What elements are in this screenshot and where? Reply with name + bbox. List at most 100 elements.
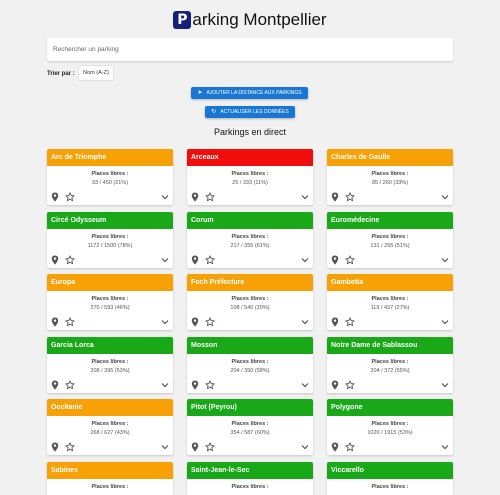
free-places-label: Places libres : — [91, 358, 129, 365]
free-places-label: Places libres : — [371, 358, 409, 365]
free-places-label: Places libres : — [91, 171, 129, 177]
parking-card: Garcia Lorca Places libres : 208 / 395 (53… — [47, 336, 173, 393]
free-places-value: 204 / 372 (55%) — [370, 367, 410, 374]
card-actions — [331, 254, 449, 265]
free-places-value: 217 / 355 (61%) — [230, 242, 270, 249]
map-pin-icon[interactable] — [51, 442, 59, 452]
free-places-value: 25 / 333 (11%) — [232, 180, 268, 186]
chevron-down-icon[interactable] — [441, 318, 449, 326]
parking-name: Euromédecine — [327, 211, 453, 229]
favorite-star-icon[interactable] — [65, 442, 75, 452]
free-places-value: 119 / 437 (27%) — [370, 305, 410, 311]
map-pin-icon[interactable] — [331, 192, 339, 202]
favorite-star-icon[interactable] — [205, 317, 215, 327]
free-places-value: 93 / 450 (21%) — [91, 180, 129, 186]
free-places-label: Places libres : — [91, 233, 129, 240]
map-pin-icon[interactable] — [191, 255, 199, 265]
chevron-down-icon[interactable] — [301, 443, 309, 451]
card-actions — [331, 379, 449, 390]
favorite-star-icon[interactable] — [205, 379, 215, 390]
parking-name: Circé Odysseum — [47, 211, 173, 229]
free-places-label: Places libres : — [231, 171, 269, 177]
chevron-down-icon[interactable] — [301, 193, 309, 201]
map-pin-icon[interactable] — [191, 380, 199, 390]
parking-card: Gambetta Places libres : 119 / 437 (27%) — [327, 274, 453, 330]
favorite-star-icon[interactable] — [205, 192, 215, 202]
parking-card: Polygone Places libres : 1020 / 1915 (53%) — [327, 399, 453, 455]
card-actions — [51, 192, 169, 202]
chevron-down-icon[interactable] — [161, 256, 169, 264]
map-pin-icon[interactable] — [191, 192, 199, 202]
chevron-down-icon[interactable] — [301, 318, 309, 326]
chevron-down-icon[interactable] — [161, 381, 169, 389]
favorite-star-icon[interactable] — [65, 379, 75, 390]
free-places-value: 131 / 255 (51%) — [370, 242, 410, 249]
parking-card: Arceaux Places libres : 25 / 333 (11%) — [187, 149, 313, 205]
card-actions — [191, 192, 309, 202]
chevron-down-icon[interactable] — [441, 256, 449, 264]
chevron-down-icon[interactable] — [301, 256, 309, 264]
free-places-label: Places libres : — [231, 358, 269, 365]
card-actions — [331, 192, 449, 202]
chevron-down-icon[interactable] — [161, 443, 169, 451]
parking-name: Saint-Jean-le-Sec — [187, 461, 313, 479]
map-pin-icon[interactable] — [331, 380, 339, 390]
parking-name: Pitot (Peyrou) — [187, 399, 313, 416]
free-places-label: Places libres : — [371, 171, 409, 177]
free-places-value: 204 / 350 (58%) — [230, 367, 270, 374]
map-pin-icon[interactable] — [51, 317, 59, 327]
free-places-label: Places libres : — [231, 421, 269, 427]
free-places-label: Places libres : — [371, 421, 409, 427]
parking-name: Foch Préfecture — [187, 274, 313, 291]
refresh-data-button[interactable]: ↻ Actualiser les données — [205, 106, 295, 118]
card-actions — [191, 379, 309, 390]
favorite-star-icon[interactable] — [345, 192, 355, 202]
free-places-label: Places libres : — [371, 483, 409, 490]
parking-name: Polygone — [327, 399, 453, 416]
free-places-value: 270 / 593 (46%) — [90, 305, 130, 311]
section-title: Parkings en direct — [213, 127, 287, 137]
map-pin-icon[interactable] — [331, 317, 339, 327]
map-pin-icon[interactable] — [331, 442, 339, 452]
favorite-star-icon[interactable] — [345, 442, 355, 452]
favorite-star-icon[interactable] — [65, 254, 75, 265]
chevron-down-icon[interactable] — [441, 443, 449, 451]
chevron-down-icon[interactable] — [161, 318, 169, 326]
parking-card: Circé Odysseum Places libres : 1172 / 1500… — [47, 211, 173, 268]
chevron-down-icon[interactable] — [441, 381, 449, 389]
free-places-value: 268 / 627 (43%) — [90, 430, 130, 436]
favorite-star-icon[interactable] — [345, 379, 355, 390]
favorite-star-icon[interactable] — [345, 254, 355, 265]
chevron-down-icon[interactable] — [301, 381, 309, 389]
free-places-label: Places libres : — [91, 296, 129, 302]
parking-name: Notre Dame de Sablassou — [327, 336, 453, 354]
add-distance-button[interactable]: ➤ Ajouter la distance aux parkings — [191, 87, 308, 99]
favorite-star-icon[interactable] — [205, 442, 215, 452]
parking-name: Gambetta — [327, 274, 453, 291]
parking-card: Arc de Triomphe Places libres : 93 / 450 (… — [47, 149, 173, 205]
free-places-value: 85 / 260 (33%) — [371, 180, 409, 186]
map-pin-icon[interactable] — [191, 442, 199, 452]
free-places-label: Places libres : — [231, 483, 269, 490]
chevron-down-icon[interactable] — [441, 193, 449, 201]
map-pin-icon[interactable] — [51, 255, 59, 265]
chevron-down-icon[interactable] — [161, 193, 169, 201]
sort-select[interactable]: Nom (A-Z) — [78, 65, 114, 81]
map-pin-icon[interactable] — [51, 380, 59, 390]
parking-card: Viccarello Places libres : — [327, 461, 453, 495]
search-input[interactable] — [47, 38, 453, 61]
free-places-value: 354 / 587 (60%) — [230, 430, 270, 436]
parking-name: Arceaux — [187, 149, 313, 166]
free-places-label: Places libres : — [371, 296, 409, 302]
favorite-star-icon[interactable] — [65, 192, 75, 202]
favorite-star-icon[interactable] — [65, 317, 75, 327]
favorite-star-icon[interactable] — [205, 254, 215, 265]
map-pin-icon[interactable] — [331, 255, 339, 265]
map-pin-icon[interactable] — [191, 317, 199, 327]
free-places-value: 1172 / 1500 (78%) — [87, 242, 133, 249]
app-header: Parking Montpellier — [0, 9, 500, 31]
parking-card: Charles de Gaulle Places libres : 85 / 260… — [327, 149, 453, 205]
card-actions — [331, 317, 449, 327]
map-pin-icon[interactable] — [51, 192, 59, 202]
favorite-star-icon[interactable] — [345, 317, 355, 327]
